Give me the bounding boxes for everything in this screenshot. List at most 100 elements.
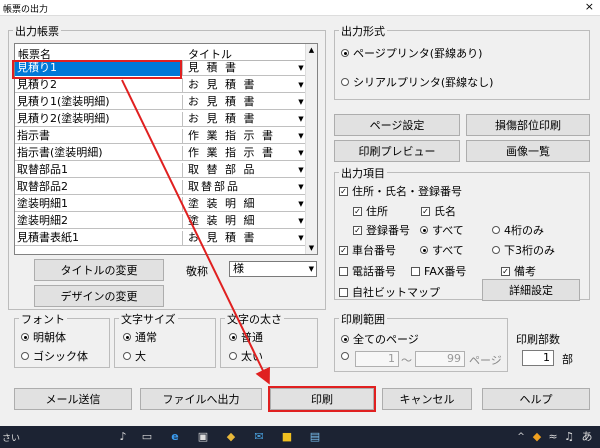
phone-checkbox[interactable]: 電話番号	[339, 263, 396, 279]
table-row[interactable]: 塗装明細2 塗 装 明 細 ▼	[15, 214, 307, 229]
copies-input[interactable]: 1	[522, 350, 554, 366]
row-name: 取替部品2	[15, 180, 183, 195]
range-to-input[interactable]: 99	[415, 351, 465, 367]
table-row[interactable]: 見積り2 お 見 積 書 ▼	[15, 78, 307, 93]
window-app-icon[interactable]: ▤	[308, 430, 322, 444]
format-group: 出力形式 ページプリンタ(罫線あり) シリアルプリンタ(罫線なし)	[334, 23, 590, 100]
table-row[interactable]: 取替部品1 取 替 部 品 ▼	[15, 163, 307, 178]
range-from-input[interactable]: 1	[355, 351, 399, 367]
size-normal-radio[interactable]: 通常	[123, 329, 157, 345]
honorific-select[interactable]: 様 ▼	[229, 261, 317, 277]
taskbar: さい ♪ ▭ e ▣ ◆ ✉ ■ ▤ ^ ◆ ≈ ♫ あ	[0, 426, 600, 448]
grid-scrollbar[interactable]: ▲ ▼	[305, 44, 317, 254]
table-row[interactable]: 見積り2(塗装明細) お 見 積 書 ▼	[15, 112, 307, 127]
row-title[interactable]: お 見 積 書	[185, 96, 295, 109]
row-name: 見積り2	[15, 78, 183, 93]
address-reg-checkbox[interactable]: ✓ 住所・氏名・登録番号	[339, 183, 462, 199]
close-icon[interactable]: ×	[585, 0, 594, 13]
table-row[interactable]: 指示書(塗装明細) 作 業 指 示 書 ▼	[15, 146, 307, 161]
range-group-title: 印刷範囲	[339, 311, 387, 327]
change-title-button[interactable]: タイトルの変更	[34, 259, 164, 281]
font-gothic-radio[interactable]: ゴシック体	[21, 348, 88, 364]
reg-number-checkbox[interactable]: ✓ 登録番号	[353, 222, 410, 238]
table-row[interactable]: 指示書作 業 指 示 書 ▼	[15, 129, 307, 144]
ime-indicator[interactable]: あ	[580, 430, 594, 444]
format-page-printer-radio[interactable]: ページプリンタ(罫線あり)	[341, 45, 482, 61]
row-name: 指示書	[15, 129, 183, 144]
help-button[interactable]: ヘルプ	[482, 388, 590, 410]
format-group-title: 出力形式	[339, 23, 387, 39]
row-title[interactable]: お 見 積 書	[185, 113, 295, 126]
mail-app-icon[interactable]: ✉	[252, 430, 266, 444]
reg-all-radio[interactable]: すべて	[420, 222, 464, 238]
chassis-last3-radio[interactable]: 下3桁のみ	[492, 242, 555, 258]
items-group-title: 出力項目	[339, 165, 387, 181]
window-title: 帳票の出力	[3, 5, 49, 15]
range-tilde: ～	[401, 354, 412, 367]
row-title[interactable]: 取替部品	[185, 181, 295, 194]
file-output-button[interactable]: ファイルへ出力	[140, 388, 262, 410]
print-preview-button[interactable]: 印刷プレビュー	[334, 140, 460, 162]
row-title[interactable]: 塗 装 明 細	[185, 215, 295, 228]
taskbar-search-text[interactable]: さい	[2, 431, 20, 444]
table-row[interactable]: 見積り1(塗装明細) お 見 積 書 ▼	[15, 95, 307, 110]
title-bar: 帳票の出力 ×	[0, 0, 600, 16]
copies-unit: 部	[562, 353, 573, 366]
copies-label: 印刷部数	[516, 333, 560, 346]
row-title[interactable]: お 見 積 書	[185, 232, 295, 245]
weight-group-title: 文字の太さ	[225, 311, 284, 327]
chassis-all-radio[interactable]: すべて	[420, 242, 464, 258]
row-name: 塗装明細2	[15, 214, 183, 229]
weight-bold-radio[interactable]: 太い	[229, 348, 263, 364]
format-serial-printer-radio[interactable]: シリアルプリンタ(罫線なし)	[341, 74, 493, 90]
change-design-button[interactable]: デザインの変更	[34, 285, 164, 307]
scroll-down-icon[interactable]: ▼	[306, 242, 317, 254]
page-setup-button[interactable]: ページ設定	[334, 114, 460, 136]
table-row[interactable]: 見積書表紙1 お 見 積 書 ▼	[15, 231, 307, 246]
scroll-up-icon[interactable]: ▲	[306, 44, 317, 56]
damage-print-button[interactable]: 損傷部位印刷	[466, 114, 590, 136]
honorific-label: 敬称	[186, 265, 208, 278]
fax-checkbox[interactable]: FAX番号	[411, 263, 466, 279]
address-checkbox[interactable]: ✓ 住所	[353, 203, 388, 219]
app-active-icon[interactable]: ■	[280, 430, 294, 444]
row-title[interactable]: 取 替 部 品	[185, 164, 295, 177]
edge-browser-icon[interactable]: e	[168, 430, 182, 444]
tray-expand-icon[interactable]: ^	[514, 430, 528, 444]
row-title[interactable]: 作 業 指 示 書	[185, 147, 295, 160]
task-view-icon[interactable]: ▭	[140, 430, 154, 444]
table-row[interactable]: 塗装明細1 塗 装 明 細 ▼	[15, 197, 307, 212]
volume-icon[interactable]: ♫	[562, 430, 576, 444]
wifi-icon[interactable]: ≈	[546, 430, 560, 444]
row-name: 指示書(塗装明細)	[15, 146, 183, 161]
detail-settings-button[interactable]: 詳細設定	[482, 279, 580, 301]
weight-normal-radio[interactable]: 普通	[229, 329, 263, 345]
font-mincho-radio[interactable]: 明朝体	[21, 329, 66, 345]
table-row[interactable]: 取替部品2 取替部品 ▼	[15, 180, 307, 195]
microphone-icon[interactable]: ♪	[116, 430, 130, 444]
remarks-checkbox[interactable]: ✓ 備考	[501, 263, 536, 279]
print-button-highlight	[268, 386, 376, 412]
image-list-button[interactable]: 画像一覧	[466, 140, 590, 162]
bitmap-checkbox[interactable]: 自社ビットマップ	[339, 284, 440, 300]
row-title[interactable]: 見 積 書	[185, 62, 295, 75]
tray-app-icon[interactable]: ◆	[530, 430, 544, 444]
store-icon[interactable]: ▣	[196, 430, 210, 444]
cancel-button[interactable]: キャンセル	[382, 388, 472, 410]
mail-button[interactable]: メール送信	[14, 388, 132, 410]
chevron-down-icon: ▼	[308, 265, 314, 273]
page-range-radio[interactable]	[341, 352, 353, 360]
row-title[interactable]: 作 業 指 示 書	[185, 130, 295, 143]
chassis-checkbox[interactable]: ✓ 車台番号	[339, 242, 396, 258]
all-pages-radio[interactable]: 全てのページ	[341, 331, 419, 347]
row-title[interactable]: お 見 積 書	[185, 79, 295, 92]
honorific-value: 様	[233, 262, 244, 275]
range-page-unit: ページ	[469, 354, 502, 367]
size-large-radio[interactable]: 大	[123, 348, 146, 364]
app-icon[interactable]: ◆	[224, 430, 238, 444]
row-title[interactable]: 塗 装 明 細	[185, 198, 295, 211]
name-checkbox[interactable]: ✓ 氏名	[421, 203, 456, 219]
row-name: 取替部品1	[15, 163, 183, 178]
selected-row-highlight	[12, 60, 182, 79]
reg-last4-radio[interactable]: 4桁のみ	[492, 222, 544, 238]
